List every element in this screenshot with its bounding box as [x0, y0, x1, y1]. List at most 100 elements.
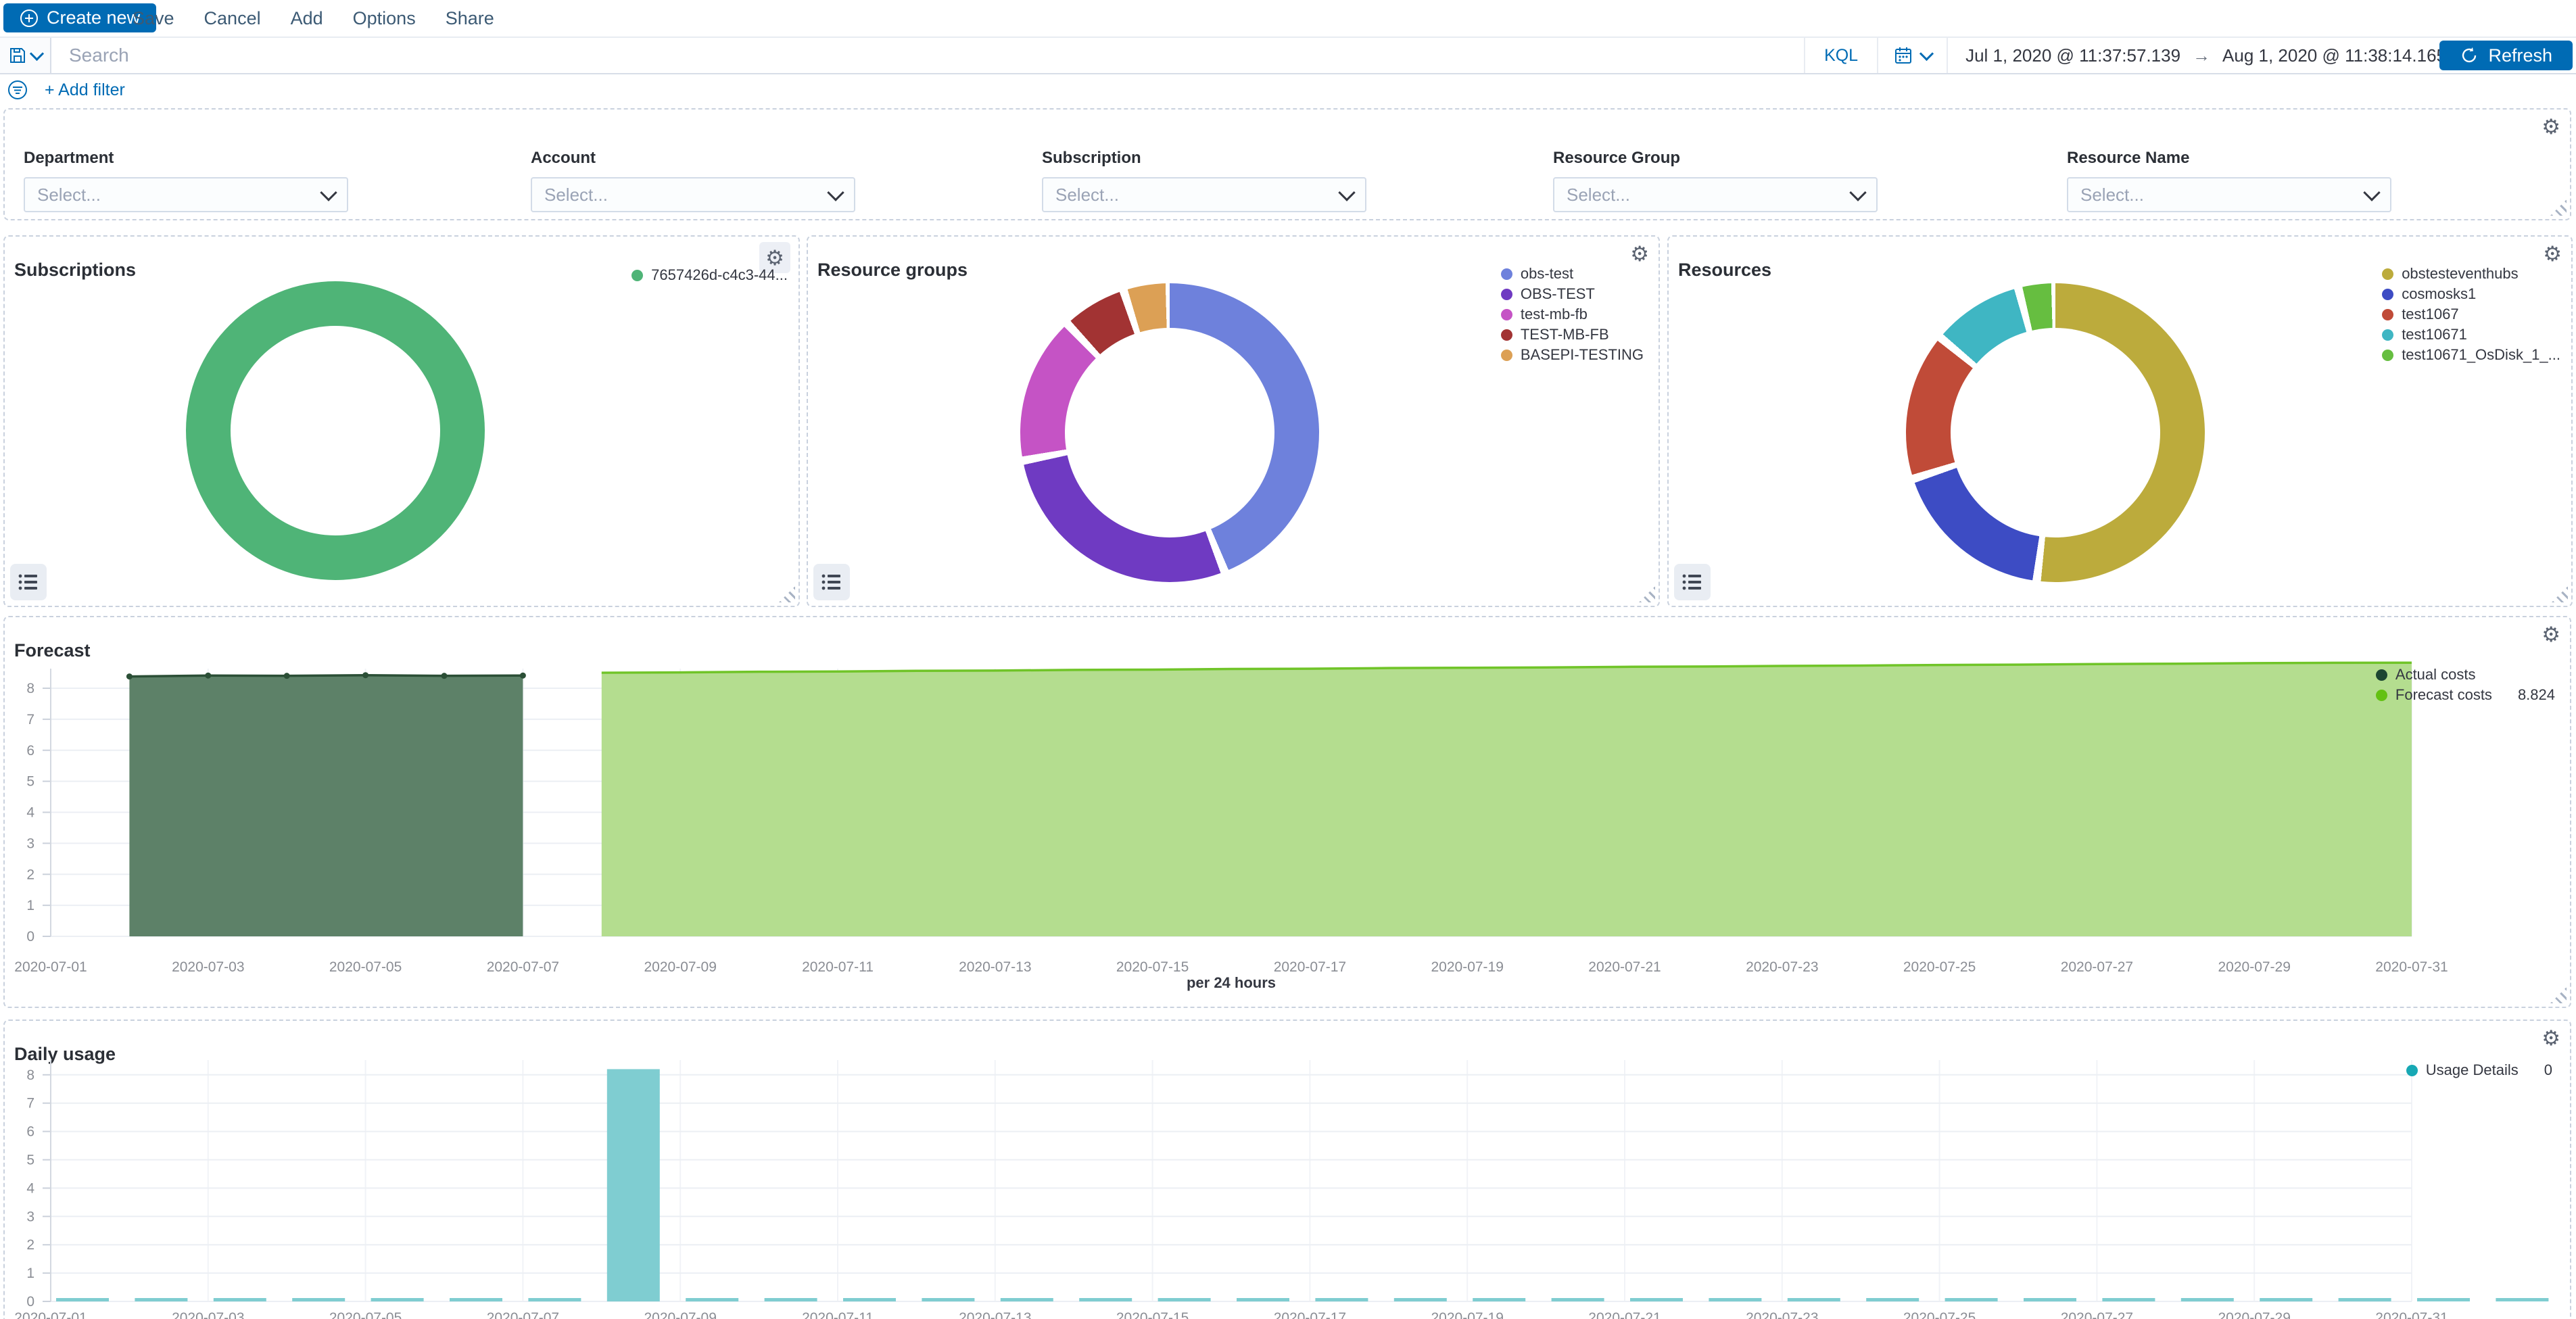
- svg-text:2020-07-11: 2020-07-11: [802, 1310, 874, 1319]
- svg-text:2020-07-09: 2020-07-09: [644, 959, 716, 975]
- svg-text:2: 2: [26, 867, 34, 882]
- legend-label: cosmosks1: [2402, 285, 2476, 303]
- legend-item[interactable]: Usage Details0: [2406, 1060, 2552, 1080]
- panel-subscriptions: Subscriptions ⚙ 7657426d-c4c3-44...: [3, 235, 800, 607]
- list-icon: [1682, 573, 1702, 592]
- panel-resize-handle[interactable]: [779, 586, 795, 602]
- list-icon: [821, 573, 842, 592]
- topnav-item-cancel[interactable]: Cancel: [204, 8, 261, 29]
- resource-group-select[interactable]: Select...: [1553, 177, 1878, 212]
- legend-item[interactable]: TEST-MB-FB: [1501, 325, 1609, 345]
- svg-text:2020-07-21: 2020-07-21: [1588, 959, 1661, 975]
- legend: obstesteventhubscosmosks1test1067test106…: [2382, 264, 2560, 365]
- svg-text:2: 2: [26, 1237, 34, 1253]
- subscription-select[interactable]: Select...: [1042, 177, 1366, 212]
- select-placeholder: Select...: [1567, 185, 1630, 206]
- legend-label: test-mb-fb: [1521, 306, 1588, 323]
- legend-label: Actual costs: [2395, 666, 2476, 684]
- svg-text:5: 5: [26, 1153, 34, 1168]
- legend-dot: [2382, 268, 2393, 280]
- saved-query-menu-button[interactable]: [0, 38, 51, 73]
- subscriptions-donut-chart[interactable]: [186, 281, 485, 580]
- chevron-down-icon: [1919, 46, 1934, 60]
- svg-text:5: 5: [26, 774, 34, 790]
- filter-options-button[interactable]: [7, 79, 28, 101]
- resource-name-select[interactable]: Select...: [2067, 177, 2391, 212]
- forecast-area-chart[interactable]: 0123456782020-07-012020-07-032020-07-052…: [5, 617, 2570, 1007]
- svg-text:4: 4: [26, 1180, 34, 1196]
- panel-resize-handle[interactable]: [2550, 199, 2567, 216]
- daily-usage-bar-chart[interactable]: 0123456782020-07-012020-07-032020-07-052…: [5, 1021, 2570, 1319]
- svg-text:2020-07-29: 2020-07-29: [2218, 1310, 2290, 1319]
- list-icon: [18, 573, 39, 592]
- date-picker-calendar-button[interactable]: [1878, 38, 1948, 73]
- control-label: Resource Group: [1553, 149, 1878, 168]
- svg-text:2020-07-13: 2020-07-13: [959, 959, 1031, 975]
- svg-text:3: 3: [26, 836, 34, 851]
- control-label: Resource Name: [2067, 149, 2391, 168]
- legend-item[interactable]: Forecast costs 8.824: [2376, 685, 2555, 705]
- legend-item[interactable]: test10671: [2382, 325, 2467, 345]
- legend: Usage Details0: [2406, 1060, 2552, 1080]
- kibana-dashboard-app: Create new Save Cancel Add Options Share…: [0, 0, 2576, 1319]
- add-filter-button[interactable]: + Add filter: [45, 80, 125, 100]
- refresh-button[interactable]: Refresh: [2439, 41, 2573, 70]
- legend-toggle-button[interactable]: [813, 564, 850, 600]
- resource-groups-donut-chart[interactable]: [1020, 283, 1319, 582]
- legend-item[interactable]: test1067: [2382, 304, 2458, 325]
- account-select[interactable]: Select...: [531, 177, 855, 212]
- legend-item[interactable]: BASEPI-TESTING: [1501, 345, 1644, 365]
- legend-item[interactable]: Actual costs: [2376, 665, 2476, 685]
- legend-label: test10671_OsDisk_1_...: [2402, 346, 2560, 364]
- topnav-item-add[interactable]: Add: [291, 8, 323, 29]
- legend-dot: [631, 270, 643, 281]
- legend-item[interactable]: cosmosks1: [2382, 284, 2476, 304]
- control-label: Department: [24, 149, 348, 168]
- legend-item[interactable]: test-mb-fb: [1501, 304, 1588, 325]
- filter-bar: + Add filter: [0, 76, 2576, 104]
- topnav-item-save[interactable]: Save: [133, 8, 174, 29]
- panel-options-gear-icon[interactable]: ⚙: [2542, 242, 2563, 266]
- panel-options-gear-icon[interactable]: ⚙: [1629, 242, 1650, 266]
- panel-resize-handle[interactable]: [1639, 586, 1655, 602]
- svg-text:2020-07-27: 2020-07-27: [2061, 959, 2133, 975]
- panel-resize-handle[interactable]: [2552, 586, 2568, 602]
- panel-title: Resources: [1678, 260, 1771, 281]
- legend-dot: [2382, 350, 2393, 361]
- svg-text:2020-07-31: 2020-07-31: [2375, 1310, 2448, 1319]
- save-query-icon: [9, 47, 26, 64]
- department-select[interactable]: Select...: [24, 177, 348, 212]
- legend-item[interactable]: obs-test: [1501, 264, 1573, 284]
- date-range-start[interactable]: Jul 1, 2020 @ 11:37:57.139: [1965, 45, 2180, 66]
- legend-dot: [1501, 309, 1512, 320]
- date-range-end[interactable]: Aug 1, 2020 @ 11:38:14.165: [2222, 45, 2446, 66]
- svg-text:2020-07-07: 2020-07-07: [487, 959, 559, 975]
- svg-text:2020-07-21: 2020-07-21: [1588, 1310, 1661, 1319]
- donut-hole: [231, 326, 440, 535]
- topnav-item-options[interactable]: Options: [353, 8, 416, 29]
- legend-item[interactable]: OBS-TEST: [1501, 284, 1595, 304]
- legend-label: Forecast costs: [2395, 686, 2492, 704]
- legend-toggle-button[interactable]: [1674, 564, 1711, 600]
- control-label: Subscription: [1042, 149, 1366, 168]
- search-input[interactable]: Search: [51, 38, 1804, 73]
- chevron-down-icon: [827, 184, 844, 201]
- legend-toggle-button[interactable]: [10, 564, 47, 600]
- panel-options-gear-icon[interactable]: ⚙: [2540, 115, 2562, 139]
- top-navigation: Create new Save Cancel Add Options Share: [0, 0, 2576, 37]
- legend-item[interactable]: 7657426d-c4c3-44...: [631, 265, 788, 285]
- panel-daily-usage: Daily usage ⚙ 0123456782020-07-012020-07…: [3, 1020, 2571, 1319]
- panel-resource-groups: Resource groups ⚙ obs-testOBS-TESTtest-m…: [807, 235, 1660, 607]
- topnav-item-share[interactable]: Share: [446, 8, 494, 29]
- legend-item[interactable]: test10671_OsDisk_1_...: [2382, 345, 2560, 365]
- resources-donut-chart[interactable]: [1906, 283, 2205, 582]
- svg-text:2020-07-15: 2020-07-15: [1116, 959, 1189, 975]
- control-subscription: Subscription Select...: [1042, 149, 1366, 212]
- svg-text:3: 3: [26, 1209, 34, 1224]
- legend-item[interactable]: obstesteventhubs: [2382, 264, 2518, 284]
- legend-value: 8.824: [2518, 686, 2555, 704]
- svg-text:2020-07-19: 2020-07-19: [1431, 959, 1503, 975]
- svg-text:2020-07-13: 2020-07-13: [959, 1310, 1031, 1319]
- query-language-toggle[interactable]: KQL: [1804, 38, 1878, 73]
- panel-title: Subscriptions: [14, 260, 136, 281]
